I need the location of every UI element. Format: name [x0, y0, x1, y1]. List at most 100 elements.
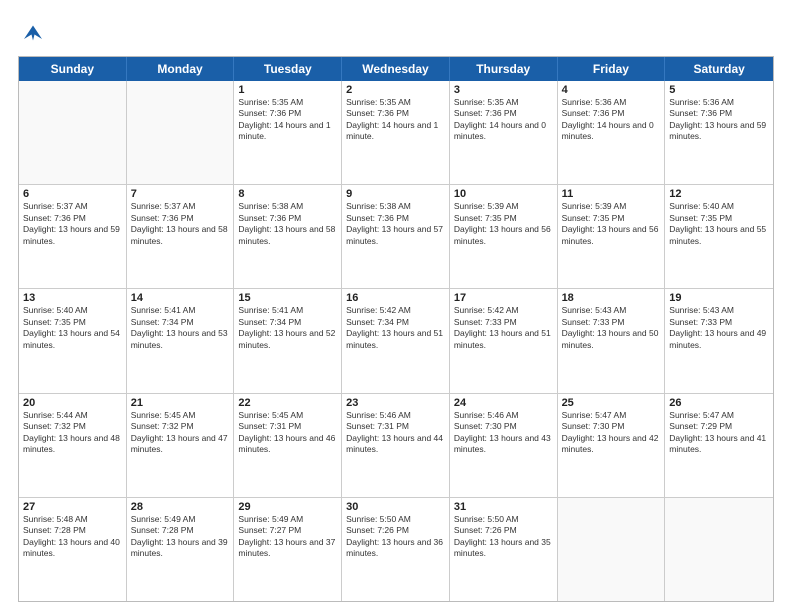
- day-number: 3: [454, 84, 553, 96]
- calendar-cell: 12Sunrise: 5:40 AM Sunset: 7:35 PM Dayli…: [665, 185, 773, 288]
- calendar-cell: 27Sunrise: 5:48 AM Sunset: 7:28 PM Dayli…: [19, 498, 127, 601]
- day-number: 2: [346, 84, 445, 96]
- day-info: Sunrise: 5:48 AM Sunset: 7:28 PM Dayligh…: [23, 514, 122, 560]
- day-number: 12: [669, 188, 769, 200]
- day-info: Sunrise: 5:38 AM Sunset: 7:36 PM Dayligh…: [238, 201, 337, 247]
- day-number: 5: [669, 84, 769, 96]
- calendar-cell: [665, 498, 773, 601]
- day-info: Sunrise: 5:45 AM Sunset: 7:32 PM Dayligh…: [131, 410, 230, 456]
- calendar-cell: 20Sunrise: 5:44 AM Sunset: 7:32 PM Dayli…: [19, 394, 127, 497]
- day-info: Sunrise: 5:35 AM Sunset: 7:36 PM Dayligh…: [346, 97, 445, 143]
- day-info: Sunrise: 5:43 AM Sunset: 7:33 PM Dayligh…: [669, 305, 769, 351]
- header-cell-friday: Friday: [558, 57, 666, 81]
- day-number: 23: [346, 397, 445, 409]
- day-info: Sunrise: 5:47 AM Sunset: 7:30 PM Dayligh…: [562, 410, 661, 456]
- calendar-cell: 15Sunrise: 5:41 AM Sunset: 7:34 PM Dayli…: [234, 289, 342, 392]
- calendar-row-1: 6Sunrise: 5:37 AM Sunset: 7:36 PM Daylig…: [19, 184, 773, 288]
- day-number: 17: [454, 292, 553, 304]
- calendar-cell: 11Sunrise: 5:39 AM Sunset: 7:35 PM Dayli…: [558, 185, 666, 288]
- day-info: Sunrise: 5:46 AM Sunset: 7:30 PM Dayligh…: [454, 410, 553, 456]
- calendar-cell: 25Sunrise: 5:47 AM Sunset: 7:30 PM Dayli…: [558, 394, 666, 497]
- calendar-header: SundayMondayTuesdayWednesdayThursdayFrid…: [19, 57, 773, 81]
- logo-icon: [18, 18, 48, 48]
- calendar-cell: 31Sunrise: 5:50 AM Sunset: 7:26 PM Dayli…: [450, 498, 558, 601]
- page: SundayMondayTuesdayWednesdayThursdayFrid…: [0, 0, 792, 612]
- calendar-cell: 5Sunrise: 5:36 AM Sunset: 7:36 PM Daylig…: [665, 81, 773, 184]
- calendar-cell: 16Sunrise: 5:42 AM Sunset: 7:34 PM Dayli…: [342, 289, 450, 392]
- calendar-cell: 13Sunrise: 5:40 AM Sunset: 7:35 PM Dayli…: [19, 289, 127, 392]
- calendar-cell: 22Sunrise: 5:45 AM Sunset: 7:31 PM Dayli…: [234, 394, 342, 497]
- calendar-cell: 26Sunrise: 5:47 AM Sunset: 7:29 PM Dayli…: [665, 394, 773, 497]
- day-number: 9: [346, 188, 445, 200]
- calendar-cell: 24Sunrise: 5:46 AM Sunset: 7:30 PM Dayli…: [450, 394, 558, 497]
- day-number: 16: [346, 292, 445, 304]
- day-number: 1: [238, 84, 337, 96]
- day-number: 22: [238, 397, 337, 409]
- day-number: 24: [454, 397, 553, 409]
- day-number: 20: [23, 397, 122, 409]
- day-info: Sunrise: 5:43 AM Sunset: 7:33 PM Dayligh…: [562, 305, 661, 351]
- day-number: 29: [238, 501, 337, 513]
- day-info: Sunrise: 5:36 AM Sunset: 7:36 PM Dayligh…: [669, 97, 769, 143]
- calendar-cell: 21Sunrise: 5:45 AM Sunset: 7:32 PM Dayli…: [127, 394, 235, 497]
- day-info: Sunrise: 5:35 AM Sunset: 7:36 PM Dayligh…: [238, 97, 337, 143]
- header-cell-saturday: Saturday: [665, 57, 773, 81]
- calendar-cell: 19Sunrise: 5:43 AM Sunset: 7:33 PM Dayli…: [665, 289, 773, 392]
- day-number: 8: [238, 188, 337, 200]
- calendar-row-3: 20Sunrise: 5:44 AM Sunset: 7:32 PM Dayli…: [19, 393, 773, 497]
- calendar-cell: 2Sunrise: 5:35 AM Sunset: 7:36 PM Daylig…: [342, 81, 450, 184]
- day-info: Sunrise: 5:39 AM Sunset: 7:35 PM Dayligh…: [454, 201, 553, 247]
- day-info: Sunrise: 5:40 AM Sunset: 7:35 PM Dayligh…: [669, 201, 769, 247]
- calendar-cell: [19, 81, 127, 184]
- day-info: Sunrise: 5:45 AM Sunset: 7:31 PM Dayligh…: [238, 410, 337, 456]
- day-number: 30: [346, 501, 445, 513]
- day-info: Sunrise: 5:50 AM Sunset: 7:26 PM Dayligh…: [454, 514, 553, 560]
- calendar-cell: 1Sunrise: 5:35 AM Sunset: 7:36 PM Daylig…: [234, 81, 342, 184]
- day-number: 31: [454, 501, 553, 513]
- day-info: Sunrise: 5:36 AM Sunset: 7:36 PM Dayligh…: [562, 97, 661, 143]
- calendar-cell: 28Sunrise: 5:49 AM Sunset: 7:28 PM Dayli…: [127, 498, 235, 601]
- day-info: Sunrise: 5:39 AM Sunset: 7:35 PM Dayligh…: [562, 201, 661, 247]
- calendar-cell: 4Sunrise: 5:36 AM Sunset: 7:36 PM Daylig…: [558, 81, 666, 184]
- header: [18, 18, 774, 48]
- day-info: Sunrise: 5:50 AM Sunset: 7:26 PM Dayligh…: [346, 514, 445, 560]
- calendar-cell: 17Sunrise: 5:42 AM Sunset: 7:33 PM Dayli…: [450, 289, 558, 392]
- day-info: Sunrise: 5:35 AM Sunset: 7:36 PM Dayligh…: [454, 97, 553, 143]
- day-info: Sunrise: 5:42 AM Sunset: 7:33 PM Dayligh…: [454, 305, 553, 351]
- day-info: Sunrise: 5:40 AM Sunset: 7:35 PM Dayligh…: [23, 305, 122, 351]
- day-info: Sunrise: 5:37 AM Sunset: 7:36 PM Dayligh…: [23, 201, 122, 247]
- calendar-cell: 23Sunrise: 5:46 AM Sunset: 7:31 PM Dayli…: [342, 394, 450, 497]
- day-number: 7: [131, 188, 230, 200]
- day-number: 14: [131, 292, 230, 304]
- day-number: 4: [562, 84, 661, 96]
- day-info: Sunrise: 5:37 AM Sunset: 7:36 PM Dayligh…: [131, 201, 230, 247]
- calendar-cell: 14Sunrise: 5:41 AM Sunset: 7:34 PM Dayli…: [127, 289, 235, 392]
- calendar-body: 1Sunrise: 5:35 AM Sunset: 7:36 PM Daylig…: [19, 81, 773, 601]
- calendar-cell: 3Sunrise: 5:35 AM Sunset: 7:36 PM Daylig…: [450, 81, 558, 184]
- day-info: Sunrise: 5:46 AM Sunset: 7:31 PM Dayligh…: [346, 410, 445, 456]
- header-cell-monday: Monday: [127, 57, 235, 81]
- day-number: 6: [23, 188, 122, 200]
- header-cell-wednesday: Wednesday: [342, 57, 450, 81]
- day-info: Sunrise: 5:49 AM Sunset: 7:28 PM Dayligh…: [131, 514, 230, 560]
- day-number: 27: [23, 501, 122, 513]
- day-number: 15: [238, 292, 337, 304]
- calendar-row-0: 1Sunrise: 5:35 AM Sunset: 7:36 PM Daylig…: [19, 81, 773, 184]
- day-number: 11: [562, 188, 661, 200]
- day-number: 21: [131, 397, 230, 409]
- logo: [18, 18, 52, 48]
- day-info: Sunrise: 5:41 AM Sunset: 7:34 PM Dayligh…: [131, 305, 230, 351]
- calendar-cell: 8Sunrise: 5:38 AM Sunset: 7:36 PM Daylig…: [234, 185, 342, 288]
- calendar-row-4: 27Sunrise: 5:48 AM Sunset: 7:28 PM Dayli…: [19, 497, 773, 601]
- day-info: Sunrise: 5:47 AM Sunset: 7:29 PM Dayligh…: [669, 410, 769, 456]
- header-cell-thursday: Thursday: [450, 57, 558, 81]
- day-number: 26: [669, 397, 769, 409]
- day-info: Sunrise: 5:38 AM Sunset: 7:36 PM Dayligh…: [346, 201, 445, 247]
- day-number: 18: [562, 292, 661, 304]
- day-number: 25: [562, 397, 661, 409]
- day-number: 28: [131, 501, 230, 513]
- calendar-cell: 29Sunrise: 5:49 AM Sunset: 7:27 PM Dayli…: [234, 498, 342, 601]
- calendar-cell: 9Sunrise: 5:38 AM Sunset: 7:36 PM Daylig…: [342, 185, 450, 288]
- header-cell-sunday: Sunday: [19, 57, 127, 81]
- day-info: Sunrise: 5:41 AM Sunset: 7:34 PM Dayligh…: [238, 305, 337, 351]
